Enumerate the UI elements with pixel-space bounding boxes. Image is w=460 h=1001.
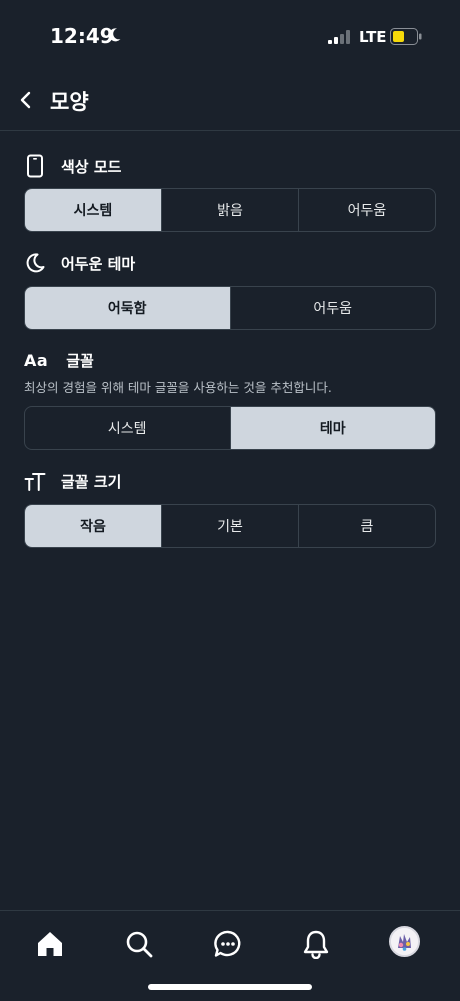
avatar[interactable]	[389, 926, 420, 957]
font-size-header: 글꼴 크기	[24, 468, 121, 494]
color-mode-dark-option[interactable]: 어두움	[299, 189, 435, 231]
page-title: 모양	[50, 90, 89, 114]
home-icon[interactable]	[33, 927, 67, 961]
dark-theme-selector: 어둑함 어두움	[24, 286, 436, 330]
status-bar: 12:49 LTE	[0, 0, 460, 70]
color-mode-system-option[interactable]: 시스템	[25, 189, 162, 231]
dark-theme-header: 어두운 테마	[24, 250, 135, 276]
font-size-selector: 작음 기본 큼	[24, 504, 436, 548]
font-aa-icon: Aa	[24, 349, 48, 371]
text-size-icon	[24, 470, 46, 492]
phone-icon	[24, 154, 46, 178]
color-mode-header: 색상 모드	[24, 153, 121, 179]
dark-theme-dim-option[interactable]: 어둑함	[25, 287, 231, 329]
font-description: 최상의 경험을 위해 테마 글꼴을 사용하는 것을 추천합니다.	[24, 380, 332, 395]
bell-icon[interactable]	[299, 927, 333, 961]
moon-icon	[109, 28, 121, 42]
font-theme-option[interactable]: 테마	[230, 407, 435, 449]
font-size-large-option[interactable]: 큼	[299, 505, 435, 547]
font-size-small-option[interactable]: 작음	[25, 505, 162, 547]
font-label: 글꼴	[66, 351, 94, 370]
avatar-image	[391, 928, 418, 955]
color-mode-selector: 시스템 밝음 어두움	[24, 188, 436, 232]
font-size-default-option[interactable]: 기본	[162, 505, 299, 547]
font-aa-text: Aa	[24, 350, 49, 370]
moon-icon	[24, 252, 46, 274]
search-icon[interactable]	[122, 927, 156, 961]
color-mode-label: 색상 모드	[61, 157, 122, 176]
home-indicator	[148, 984, 312, 990]
dark-theme-dark-option[interactable]: 어두움	[231, 287, 436, 329]
font-selector: 시스템 테마	[24, 406, 436, 450]
signal-icon	[328, 30, 350, 44]
chat-icon[interactable]	[211, 927, 245, 961]
network-type: LTE	[359, 28, 387, 46]
header: 모양	[0, 70, 460, 131]
back-arrow-icon[interactable]	[14, 88, 38, 112]
battery-icon	[390, 28, 422, 45]
status-time: 12:49	[50, 24, 114, 48]
dark-theme-label: 어두운 테마	[61, 254, 136, 273]
font-header: Aa 글꼴	[24, 347, 94, 373]
font-system-option[interactable]: 시스템	[25, 407, 231, 449]
font-size-label: 글꼴 크기	[61, 472, 122, 491]
color-mode-light-option[interactable]: 밝음	[162, 189, 299, 231]
